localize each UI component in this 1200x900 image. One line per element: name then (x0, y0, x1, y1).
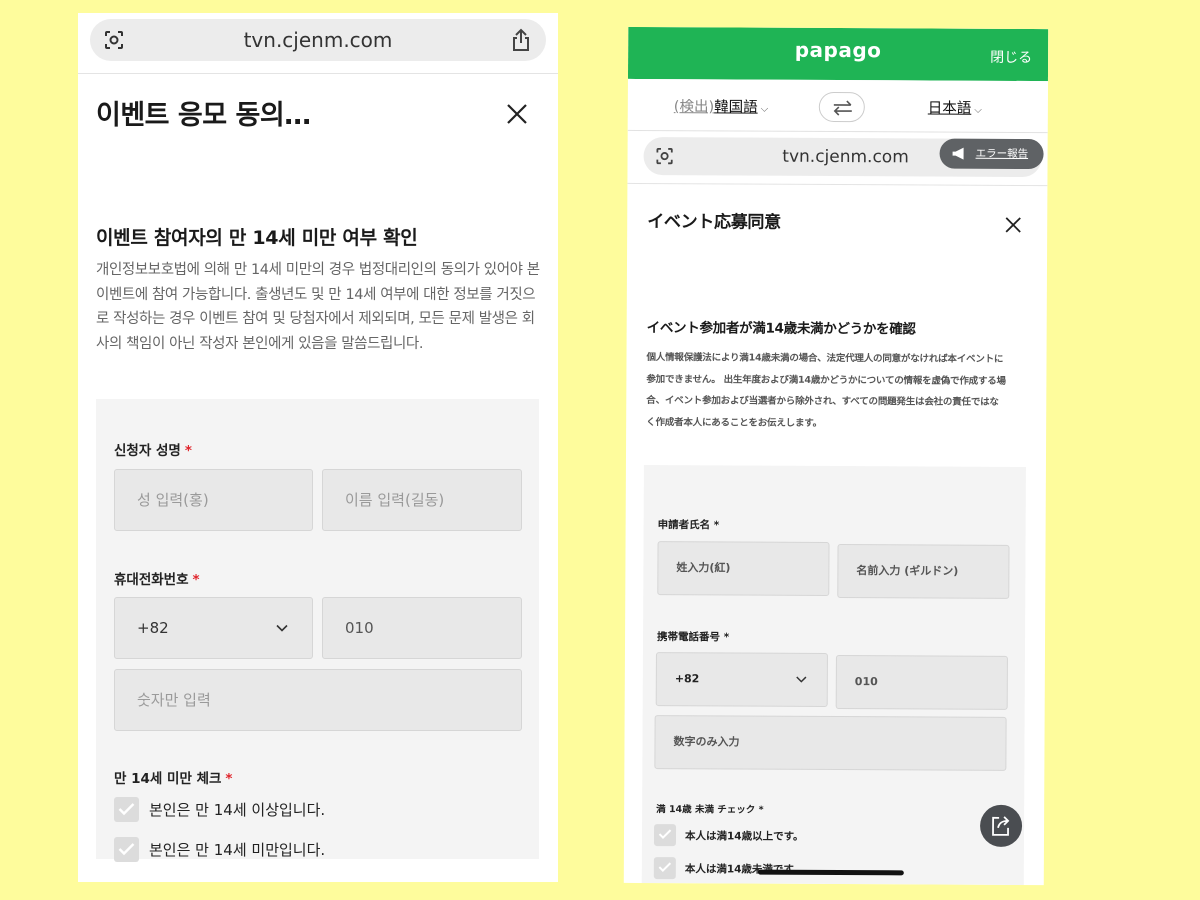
check-icon (658, 829, 672, 840)
country-code-select[interactable]: +82 (114, 597, 313, 659)
source-language-select[interactable]: (検出)韓国語 ⌵ (674, 95, 769, 116)
chevron-down-icon: ⌵ (760, 103, 769, 115)
swap-icon (833, 100, 852, 116)
korean-page-screenshot: tvn.cjenm.com 이벤트 응모 동의… 이벤트 참여자의 만 14세 … (78, 13, 558, 882)
required-mark: * (713, 519, 720, 532)
page-title: イベント応募同意 (647, 212, 781, 233)
divider (627, 182, 1048, 187)
last-name-input[interactable]: 姓入力(紅) (657, 541, 830, 596)
age-over-14-option[interactable]: 본인은 만 14세 이상입니다. (114, 796, 325, 822)
entry-form: 신청자 성명 * 성 입력(홍) 이름 입력(길동) 휴대전화번호 * +82 01… (96, 399, 539, 862)
last-name-input[interactable]: 성 입력(홍) (114, 469, 313, 531)
share-icon (992, 816, 1010, 836)
country-code-select[interactable]: +82 (655, 652, 828, 707)
required-mark: * (225, 771, 233, 787)
name-label: 申請者氏名 * (657, 519, 720, 532)
checkbox[interactable] (114, 796, 139, 822)
phone-number-input[interactable]: 数字のみ入力 (654, 715, 1007, 771)
checkbox[interactable] (114, 836, 139, 862)
check-icon (118, 802, 135, 815)
target-language-select[interactable]: 日本語 ⌵ (928, 96, 982, 117)
section-description: 個人情報保護法により満14歳未満の場合、法定代理人の同意がなければ本イベントに参… (646, 352, 1006, 429)
required-mark: * (758, 804, 764, 816)
age-check-label: 만 14세 미만 체크 * (114, 771, 233, 787)
phone-prefix-input[interactable]: 010 (322, 597, 522, 659)
entry-form: 申請者氏名 * 姓入力(紅) 名前入力 (ギルドン) 携帯電話番号 * +82 … (641, 464, 1026, 885)
phone-number-input[interactable]: 숫자만 입력 (114, 669, 522, 731)
papago-logo: papago (794, 37, 882, 63)
close-icon[interactable] (504, 101, 530, 127)
required-mark: * (723, 631, 730, 644)
url-text: tvn.cjenm.com (243, 28, 393, 52)
first-name-input[interactable]: 名前入力 (ギルドン) (837, 544, 1010, 599)
divider (78, 73, 558, 74)
phone-label: 휴대전화번호 * (114, 572, 200, 588)
country-code-value: +82 (137, 619, 169, 637)
close-icon[interactable] (1003, 215, 1023, 235)
share-button[interactable] (979, 804, 1023, 847)
chevron-down-icon: ⌵ (974, 104, 982, 116)
checkbox[interactable] (653, 857, 676, 880)
papago-translated-screenshot: papago 閉じる (検出)韓国語 ⌵ 日本語 ⌵ tvn.cjenm.com エ… (623, 26, 1049, 886)
chevron-down-icon (276, 624, 288, 632)
check-icon (118, 842, 135, 855)
age-under-14-option[interactable]: 본인은 만 14세 미만입니다. (114, 836, 325, 862)
language-selector-bar: (検出)韓国語 ⌵ 日本語 ⌵ (627, 78, 1048, 134)
required-mark: * (192, 572, 200, 588)
option-label: 本人は満14歳以上です。 (684, 829, 804, 843)
chevron-down-icon (796, 676, 807, 683)
first-name-input[interactable]: 이름 입력(길동) (322, 469, 522, 531)
swap-language-button[interactable] (818, 91, 865, 123)
section-description: 개인정보보호법에 의해 만 14세 미만의 경우 법정대리인의 동의가 있어야 … (96, 262, 540, 352)
age-over-14-option[interactable]: 本人は満14歳以上です。 (653, 824, 804, 847)
age-check-label: 満 14歳 未満 チェック * (656, 804, 764, 816)
phone-prefix-input[interactable]: 010 (835, 655, 1008, 710)
name-label: 신청자 성명 * (114, 443, 192, 459)
address-bar[interactable]: tvn.cjenm.com (90, 19, 546, 61)
phone-label: 携帯電話番号 * (657, 631, 730, 644)
close-button[interactable]: 閉じる (990, 47, 1032, 67)
checkbox[interactable] (653, 824, 677, 847)
age-under-14-option[interactable]: 本人は満14歳未満です。 (653, 857, 804, 880)
section-title: イベント参加者が満14歳未満かどうかを確認 (646, 320, 916, 338)
megaphone-icon (952, 147, 964, 160)
required-mark: * (184, 443, 192, 459)
option-label: 본인은 만 14세 이상입니다. (149, 800, 326, 819)
section-title: 이벤트 참여자의 만 14세 미만 여부 확인 (96, 227, 418, 249)
home-indicator (757, 869, 904, 876)
page-title: 이벤트 응모 동의… (96, 100, 311, 131)
option-label: 본인은 만 14세 미만입니다. (149, 840, 326, 859)
papago-header: papago 閉じる (627, 26, 1049, 82)
country-code-value: +82 (674, 672, 700, 686)
share-icon[interactable] (510, 28, 532, 52)
error-report-button[interactable]: エラー報告 (939, 138, 1044, 170)
check-icon (658, 862, 672, 873)
